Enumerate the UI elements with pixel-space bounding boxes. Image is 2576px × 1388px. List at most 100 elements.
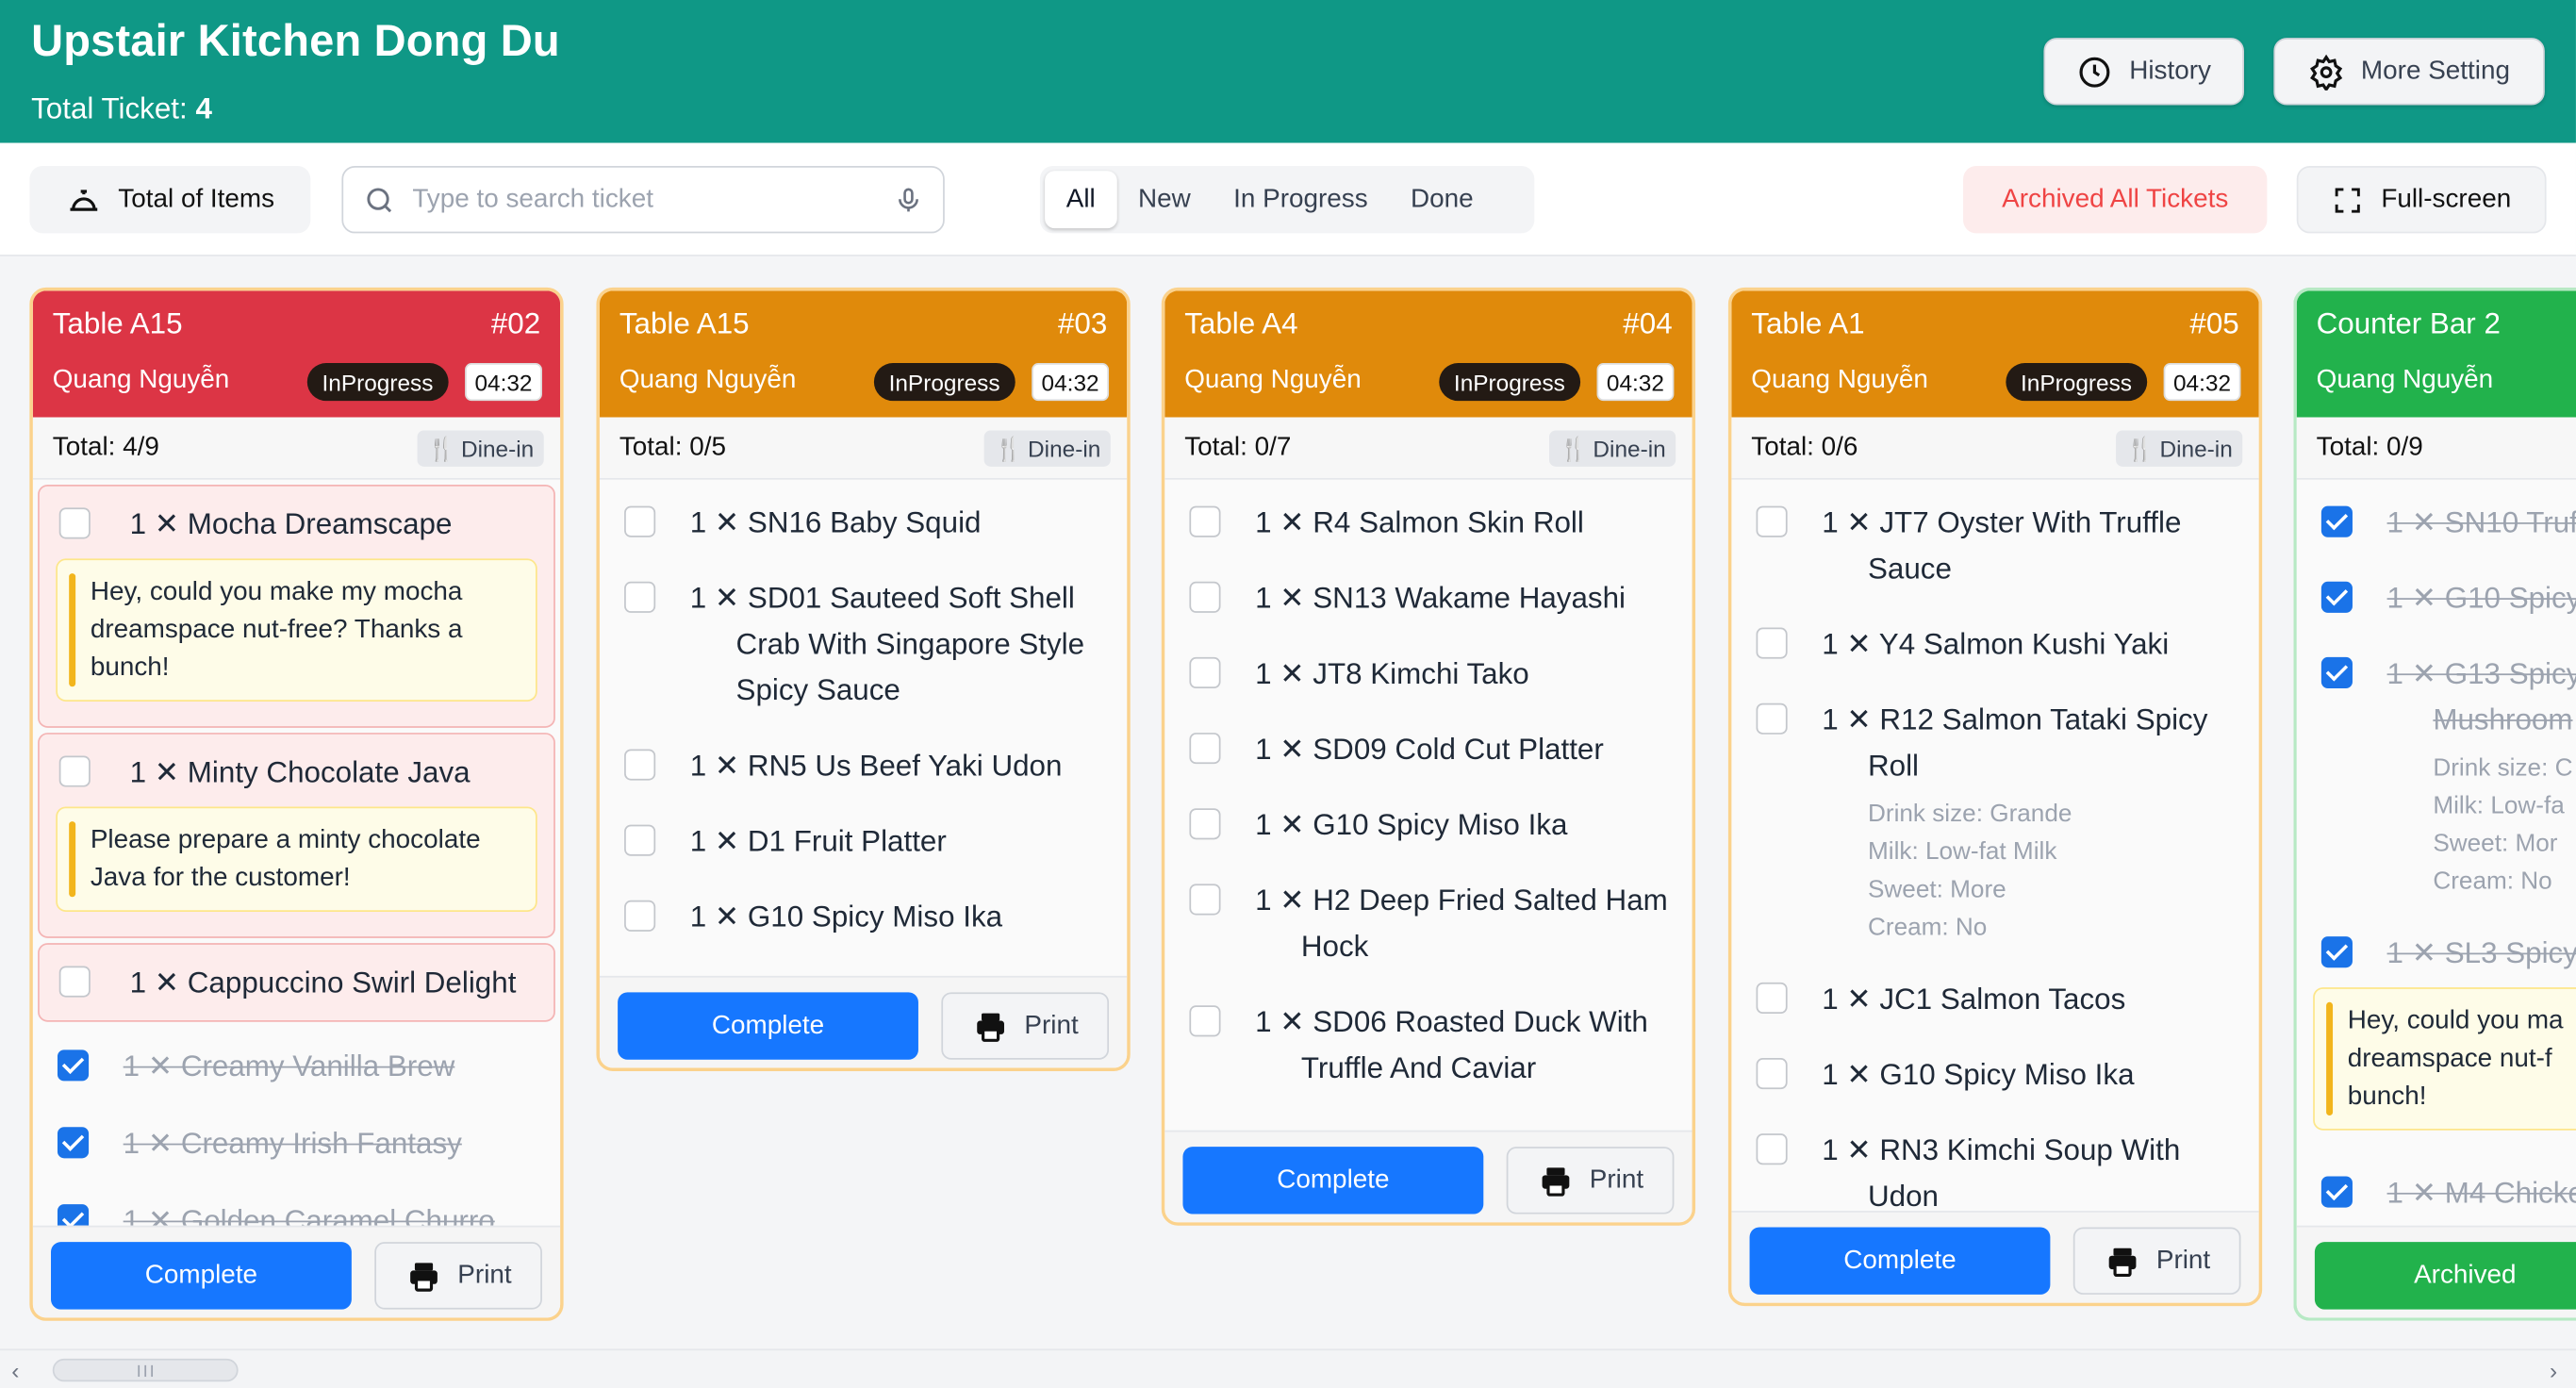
complete-button[interactable]: Complete <box>1182 1147 1484 1214</box>
list-item: 1 ✕ RN3 Kimchi Soup With Udon <box>1731 1113 2258 1211</box>
item-name: 1 ✕ Cappuccino Swirl Delight <box>129 966 517 1000</box>
filter-in-progress[interactable]: In Progress <box>1212 171 1389 228</box>
filter-all[interactable]: All <box>1045 171 1117 229</box>
item-checkbox[interactable] <box>2320 581 2353 613</box>
item-checkbox[interactable] <box>1189 581 1221 613</box>
archive-all-button[interactable]: Archived All Tickets <box>1963 165 2268 234</box>
ticket-staff: Quang Nguyễn <box>1184 366 1362 395</box>
item-checkbox[interactable] <box>1756 1058 1788 1090</box>
item-checkbox[interactable] <box>2320 656 2353 689</box>
search-input[interactable] <box>412 185 894 215</box>
complete-button[interactable]: Complete <box>618 992 918 1060</box>
list-item: 1 ✕ SD01 Sauteed Soft Shell Crab With Si… <box>600 560 1127 728</box>
item-checkbox[interactable] <box>1756 702 1788 735</box>
fullscreen-button[interactable]: Full-screen <box>2296 165 2547 234</box>
item-checkbox[interactable] <box>1189 1005 1221 1037</box>
toolbar: Total of Items All New In Progress Done … <box>0 142 2576 256</box>
archived-button[interactable]: Archived <box>2314 1242 2576 1310</box>
more-setting-button[interactable]: More Setting <box>2273 38 2545 106</box>
ticket-total: Total: 0/7 <box>1184 433 1292 462</box>
print-button[interactable]: Print <box>941 992 1110 1060</box>
item-checkbox[interactable] <box>624 749 656 781</box>
item-name: 1 ✕ H2 Deep Fried Salted Ham Hock <box>1255 884 1668 963</box>
item-name: 1 ✕ R4 Salmon Skin Roll <box>1255 505 1584 539</box>
print-button[interactable]: Print <box>1506 1147 1675 1214</box>
ticket-items: 1 ✕ JT7 Oyster With Truffle Sauce 1 ✕ Y4… <box>1731 479 2259 1212</box>
list-item: 1 ✕ Mocha Dreamscape Hey, could you make… <box>38 484 555 728</box>
list-item: 1 ✕ Creamy Irish Fantasy <box>33 1106 560 1181</box>
list-item: 1 ✕ SD09 Cold Cut Platter <box>1164 711 1692 786</box>
fork-knife-icon: 🍴 <box>2125 434 2155 461</box>
list-item: 1 ✕ G10 Spicy <box>2297 560 2576 636</box>
item-checkbox[interactable] <box>1189 733 1221 765</box>
kitchen-display-app: Upstair Kitchen Dong Du Total Ticket: 4 … <box>0 0 2576 1388</box>
total-items-button[interactable]: Total of Items <box>29 165 311 234</box>
item-checkbox[interactable] <box>624 581 656 613</box>
complete-button[interactable]: Complete <box>1749 1227 2051 1295</box>
ticket-header: Table A15 #03 Quang Nguyễn InProgress 04… <box>599 290 1128 418</box>
item-name: 1 ✕ SD06 Roasted Duck With Truffle And C… <box>1255 1005 1648 1084</box>
list-item: 1 ✕ SL3 Spicy Hey, could you ma dreamspa… <box>2297 915 2576 1154</box>
ticket-timer: 04:32 <box>1032 363 1110 402</box>
list-item: 1 ✕ JT7 Oyster With Truffle Sauce <box>1731 485 2258 606</box>
item-checkbox[interactable] <box>1189 656 1221 689</box>
ticket-card: Table A4 #04 Quang Nguyễn InProgress 04:… <box>1161 287 1696 1226</box>
horizontal-scrollbar[interactable]: ‹ › <box>0 1348 2576 1388</box>
ticket-footer: Complete Print <box>32 1225 561 1318</box>
ticket-footer: Complete Print <box>1731 1211 2259 1303</box>
list-item: 1 ✕ R4 Salmon Skin Roll <box>1164 485 1692 560</box>
history-button[interactable]: History <box>2043 38 2244 106</box>
item-name: 1 ✕ SL3 Spicy <box>2386 936 2576 969</box>
item-name: 1 ✕ R12 Salmon Tataki Spicy Roll <box>1822 702 2208 783</box>
item-checkbox[interactable] <box>57 1127 90 1159</box>
list-item: 1 ✕ Cappuccino Swirl Delight <box>38 943 555 1022</box>
list-item: 1 ✕ JC1 Salmon Tacos <box>1731 961 2258 1036</box>
printer-icon <box>409 1262 438 1291</box>
scroll-right-icon[interactable]: › <box>2550 1357 2557 1383</box>
item-checkbox[interactable] <box>1189 505 1221 537</box>
item-name: 1 ✕ G10 Spicy <box>2386 581 2576 615</box>
ticket-header: Counter Bar 2 Quang Nguyễn <box>2296 290 2576 418</box>
ticket-items: 1 ✕ SN10 Truffle 1 ✕ G10 Spicy 1 ✕ G13 S… <box>2296 479 2576 1226</box>
item-checkbox[interactable] <box>2320 1176 2353 1208</box>
item-checkbox[interactable] <box>1756 1133 1788 1165</box>
item-name: 1 ✕ RN5 Us Beef Yaki Udon <box>689 749 1063 783</box>
print-button[interactable]: Print <box>374 1242 542 1310</box>
item-checkbox[interactable] <box>1189 884 1221 916</box>
filter-done[interactable]: Done <box>1389 171 1494 228</box>
scroll-left-icon[interactable]: ‹ <box>11 1357 19 1383</box>
status-badge: InProgress <box>2006 363 2147 402</box>
scrollbar-thumb[interactable] <box>52 1358 239 1382</box>
complete-button[interactable]: Complete <box>51 1242 352 1310</box>
filter-new[interactable]: New <box>1116 171 1212 228</box>
item-checkbox[interactable] <box>58 507 91 539</box>
item-checkbox[interactable] <box>1756 505 1788 537</box>
item-note: Please prepare a minty chocolate Java fo… <box>56 806 537 912</box>
item-checkbox[interactable] <box>624 505 656 537</box>
microphone-icon[interactable] <box>894 185 923 214</box>
print-button[interactable]: Print <box>2072 1227 2241 1295</box>
item-checkbox[interactable] <box>624 824 656 856</box>
item-name: 1 ✕ Golden Caramel Churro Latter <box>123 1204 495 1226</box>
item-name: 1 ✕ SD09 Cold Cut Platter <box>1255 733 1604 766</box>
item-checkbox[interactable] <box>1756 982 1788 1014</box>
ticket-summary: Total: 0/6 🍴 Dine-in <box>1731 417 2259 480</box>
item-checkbox[interactable] <box>58 966 91 998</box>
item-checkbox[interactable] <box>1756 627 1788 659</box>
clock-icon <box>2079 56 2110 87</box>
item-name: 1 ✕ G13 Spicy Mushroom <box>2386 656 2576 736</box>
item-checkbox[interactable] <box>2320 505 2353 537</box>
list-item: 1 ✕ G10 Spicy Miso Ika <box>1164 787 1692 863</box>
item-checkbox[interactable] <box>57 1204 90 1226</box>
ticket-card: Counter Bar 2 Quang Nguyễn Total: 0/9 1 … <box>2293 287 2576 1321</box>
item-checkbox[interactable] <box>2320 936 2353 968</box>
order-type-badge: 🍴 Dine-in <box>983 430 1111 467</box>
ticket-header: Table A4 #04 Quang Nguyễn InProgress 04:… <box>1164 290 1693 418</box>
item-checkbox[interactable] <box>624 900 656 932</box>
list-item: 1 ✕ H2 Deep Fried Salted Ham Hock <box>1164 863 1692 984</box>
item-checkbox[interactable] <box>58 755 91 787</box>
item-checkbox[interactable] <box>57 1049 90 1082</box>
item-note: Hey, could you make my mocha dreamspace … <box>56 558 537 702</box>
item-checkbox[interactable] <box>1189 808 1221 840</box>
search-box <box>341 165 945 234</box>
